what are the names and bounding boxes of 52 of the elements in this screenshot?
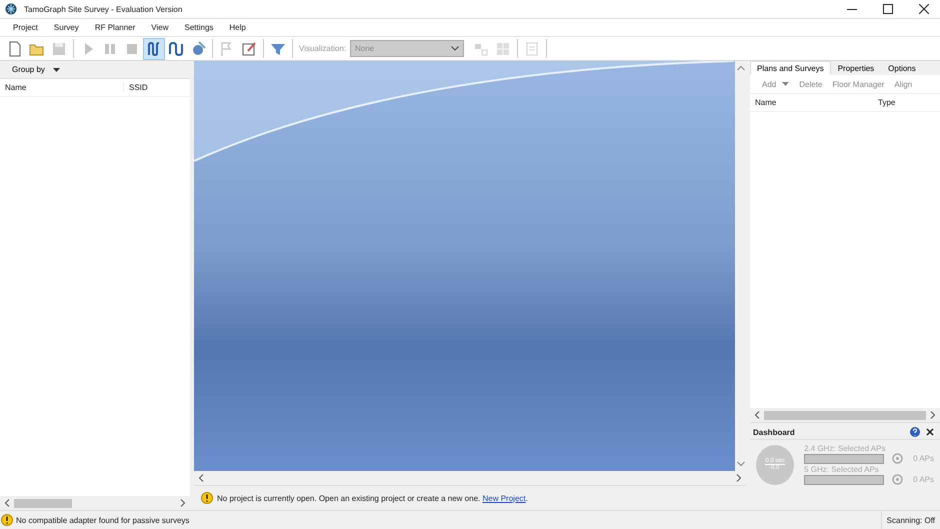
menu-item[interactable]: View (143, 23, 176, 32)
column-header[interactable]: Type (873, 98, 896, 107)
chevron-down-icon (451, 46, 459, 51)
tab[interactable]: Plans and Surveys (750, 61, 831, 75)
app-logo-icon (5, 3, 17, 15)
column-header[interactable]: Name (0, 83, 124, 92)
band-label: 5 GHz: Selected APs (804, 465, 879, 474)
dropdown-arrow-icon (782, 82, 790, 86)
scroll-down-icon[interactable] (736, 461, 744, 467)
column-header[interactable]: Name (750, 98, 873, 107)
info-message: No project is currently open. Open an existing project or create a new one. New Project. (217, 494, 528, 502)
horizontal-scrollbar[interactable] (0, 496, 190, 510)
toolbar-button[interactable]: Add (758, 80, 794, 88)
scroll-left-icon[interactable] (198, 474, 204, 482)
toolbar-button[interactable]: Align (890, 80, 916, 88)
panel-title: Dashboard (753, 428, 795, 436)
gear-icon[interactable] (892, 474, 904, 485)
close-icon[interactable] (919, 4, 929, 14)
edit-icon (240, 40, 258, 58)
warning-icon (201, 492, 213, 504)
toolbar-button[interactable]: Floor Manager (828, 80, 888, 88)
help-icon[interactable] (910, 427, 920, 437)
ap-count: 0 APs (913, 454, 934, 463)
wave-icon (167, 40, 185, 58)
scroll-right-icon[interactable] (930, 411, 936, 419)
close-icon[interactable] (926, 428, 934, 436)
status-message: No compatible adapter found for passive surveys (16, 516, 190, 524)
scroll-left-icon[interactable] (754, 411, 760, 419)
window-title: TamoGraph Site Survey - Evaluation Version (24, 4, 182, 14)
scroll-right-icon[interactable] (736, 474, 742, 482)
group-by-button[interactable]: Group by (0, 61, 190, 79)
gear-icon[interactable] (892, 453, 904, 464)
menu-item[interactable]: RF Planner (86, 23, 144, 32)
visualization-label: Visualization: (299, 44, 346, 53)
column-header[interactable]: SSID (124, 83, 148, 92)
warning-icon (1, 514, 13, 526)
menu-item[interactable]: Help (221, 23, 254, 32)
menu-item[interactable]: Survey (46, 23, 87, 32)
toolbar-button[interactable]: Delete (795, 80, 826, 88)
ap-count: 0 APs (913, 475, 934, 484)
toolbar-button[interactable] (143, 38, 165, 60)
scroll-right-icon[interactable] (180, 499, 186, 507)
menu-item[interactable]: Project (5, 23, 46, 32)
scroll-up-icon[interactable] (736, 65, 744, 71)
scanning-status: Scanning: Off (880, 511, 940, 529)
horizontal-scrollbar[interactable] (750, 408, 940, 422)
scroll-left-icon[interactable] (4, 499, 10, 507)
dropdown-arrow-icon (52, 68, 60, 72)
maximize-icon[interactable] (883, 4, 893, 14)
new-project-link[interactable]: New Project (482, 494, 526, 502)
menu-item[interactable]: Settings (176, 23, 222, 32)
band-label: 2.4 GHz: Selected APs (804, 444, 886, 453)
